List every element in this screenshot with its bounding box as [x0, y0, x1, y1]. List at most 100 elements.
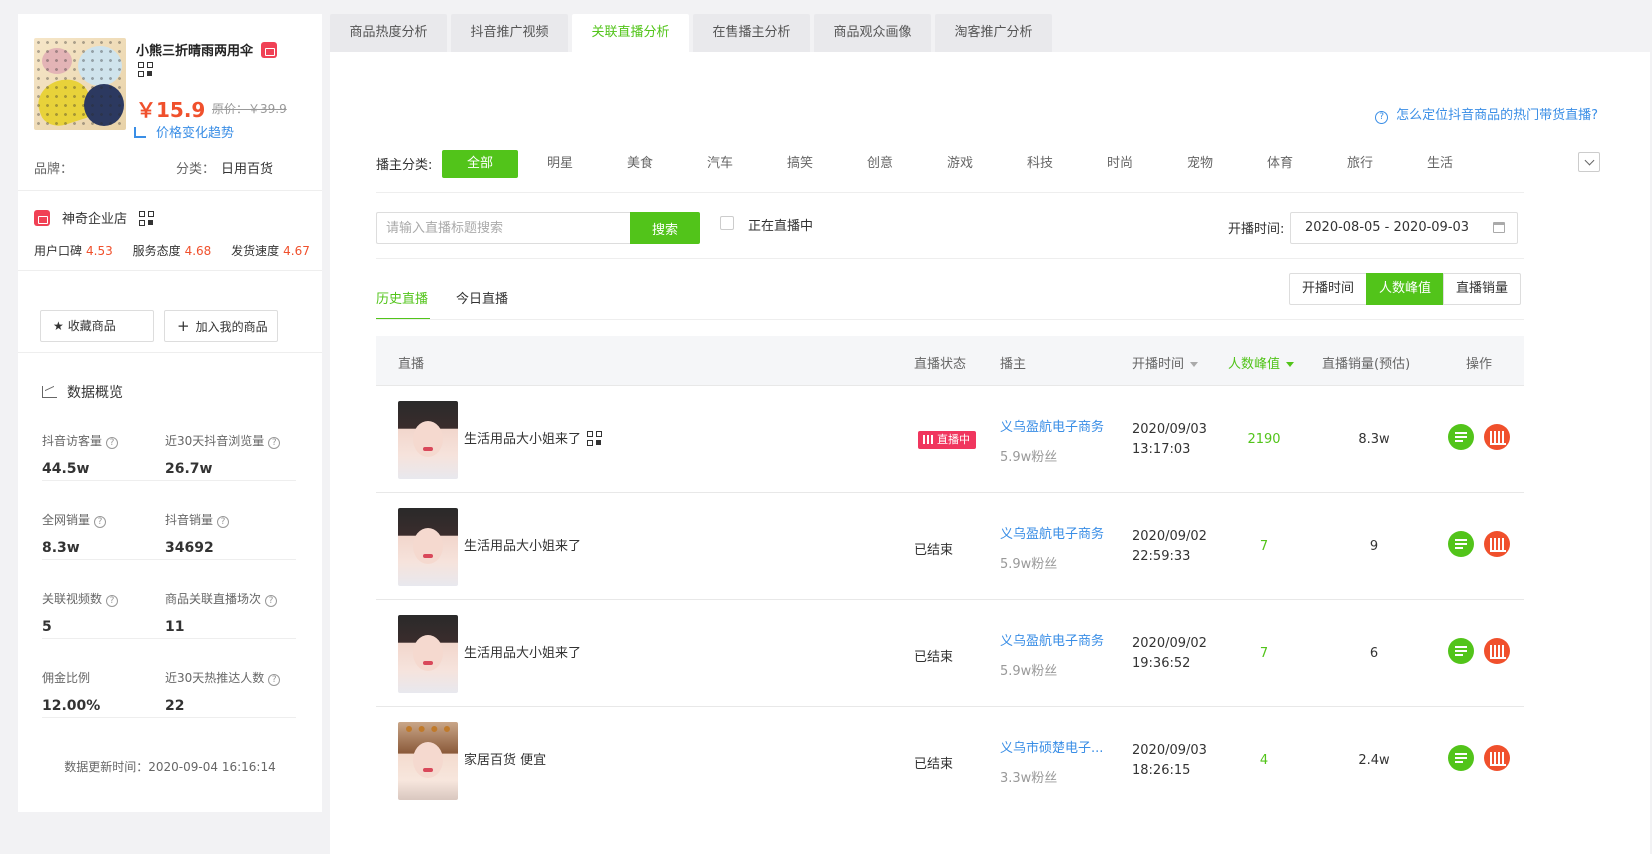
- detail-list-icon[interactable]: [1448, 531, 1474, 557]
- live-only-checkbox[interactable]: [720, 216, 734, 230]
- question-icon: ?: [1375, 111, 1389, 124]
- live-only-label[interactable]: 正在直播中: [748, 215, 813, 234]
- host-fans: 3.3w粉丝: [1000, 771, 1058, 786]
- help-icon[interactable]: ?: [217, 516, 230, 528]
- tab-product-heat[interactable]: 商品热度分析: [330, 14, 447, 52]
- analysis-chart-icon[interactable]: [1484, 745, 1510, 771]
- shop-name[interactable]: 神奇企业店: [34, 208, 155, 227]
- help-icon[interactable]: ?: [106, 437, 119, 449]
- host-name-link[interactable]: 义乌盈航电子商务: [1000, 630, 1104, 649]
- favorite-button[interactable]: ★ 收藏商品: [40, 310, 154, 342]
- help-icon[interactable]: ?: [265, 595, 278, 607]
- add-to-my-products-button[interactable]: + 加入我的商品: [164, 310, 278, 342]
- overview-title: 数据概览: [42, 382, 123, 402]
- host-avatar[interactable]: [398, 508, 458, 586]
- search-button[interactable]: 搜索: [630, 212, 700, 244]
- live-title[interactable]: 家居百货 便宜: [464, 749, 546, 768]
- live-bars-icon: [923, 435, 933, 444]
- tab-taoke-promo[interactable]: 淘客推广分析: [935, 14, 1052, 52]
- qrcode-icon[interactable]: [138, 62, 153, 77]
- live-sales: 2.4w: [1358, 753, 1390, 768]
- host-name-link[interactable]: 义乌盈航电子商务: [1000, 523, 1104, 542]
- help-link[interactable]: ? 怎么定位抖音商品的热门带货直播?: [1375, 104, 1598, 124]
- category-all[interactable]: 全部: [442, 150, 518, 178]
- analysis-chart-icon[interactable]: [1484, 424, 1510, 450]
- live-sales: 9: [1369, 539, 1379, 554]
- sort-caret-icon: [1190, 362, 1199, 367]
- sort-by-start-time[interactable]: 开播时间: [1289, 273, 1368, 305]
- host-avatar[interactable]: [398, 615, 458, 693]
- chart-icon: [134, 127, 146, 138]
- qrcode-icon[interactable]: [587, 431, 603, 446]
- category-pet[interactable]: 宠物: [1160, 150, 1240, 178]
- tab-audience-profile[interactable]: 商品观众画像: [814, 14, 931, 52]
- tab-douyin-videos[interactable]: 抖音推广视频: [451, 14, 568, 52]
- sort-by-live-sales[interactable]: 直播销量: [1443, 273, 1522, 305]
- stat-influencers-30d: 近30天热推达人数? 22: [165, 669, 281, 714]
- host-fans: 5.9w粉丝: [1000, 664, 1058, 679]
- live-title[interactable]: 生活用品大小姐来了: [464, 642, 581, 661]
- category-sports[interactable]: 体育: [1240, 150, 1320, 178]
- analysis-chart-icon[interactable]: [1484, 531, 1510, 557]
- qrcode-icon[interactable]: [139, 211, 155, 226]
- host-name-link[interactable]: 义乌市硕楚电子...: [1000, 737, 1103, 756]
- col-status: 直播状态: [914, 357, 967, 372]
- detail-list-icon[interactable]: [1448, 424, 1474, 450]
- analysis-chart-icon[interactable]: [1484, 638, 1510, 664]
- table-row: 家居百货 便宜 已结束 义乌市硕楚电子... 3.3w粉丝 2020/09/03…: [376, 707, 1524, 814]
- category-auto[interactable]: 汽车: [680, 150, 760, 178]
- price-trend-link[interactable]: 价格变化趋势: [134, 122, 234, 141]
- category-tech[interactable]: 科技: [1000, 150, 1080, 178]
- host-fans: 5.9w粉丝: [1000, 557, 1058, 572]
- table-header: 直播 直播状态 播主 开播时间 人数峰值 直播销量(预估) 操作: [376, 336, 1524, 386]
- col-host: 播主: [1000, 357, 1027, 372]
- detail-list-icon[interactable]: [1448, 745, 1474, 771]
- stat-visitors: 抖音访客量? 44.5w: [42, 432, 119, 477]
- main-content: ? 怎么定位抖音商品的热门带货直播? 播主分类: 全部 明星 美食 汽车 搞笑 创…: [330, 52, 1650, 854]
- calendar-icon: [1493, 222, 1505, 233]
- subtab-history-live[interactable]: 历史直播: [376, 288, 428, 307]
- category-food[interactable]: 美食: [600, 150, 680, 178]
- expand-categories-chevron-down-icon[interactable]: [1578, 152, 1600, 172]
- live-title[interactable]: 生活用品大小姐来了: [464, 428, 603, 447]
- host-name-link[interactable]: 义乌盈航电子商务: [1000, 416, 1104, 435]
- shop-scores: 用户口碑 4.53 服务态度 4.68 发货速度 4.67: [34, 244, 310, 258]
- help-icon[interactable]: ?: [268, 674, 281, 686]
- host-avatar[interactable]: [398, 401, 458, 479]
- live-status: 已结束: [914, 543, 954, 558]
- live-title[interactable]: 生活用品大小姐来了: [464, 535, 581, 554]
- category-star[interactable]: 明星: [520, 150, 600, 178]
- table-row: 生活用品大小姐来了 已结束 义乌盈航电子商务 5.9w粉丝 2020/09/02…: [376, 493, 1524, 600]
- detail-list-icon[interactable]: [1448, 638, 1474, 664]
- original-price: 原价：￥39.9: [212, 102, 287, 116]
- sort-buttons: 开播时间 人数峰值 直播销量: [1289, 273, 1522, 305]
- category-funny[interactable]: 搞笑: [760, 150, 840, 178]
- search-input[interactable]: [376, 212, 630, 244]
- category-fashion[interactable]: 时尚: [1080, 150, 1160, 178]
- col-start-time[interactable]: 开播时间: [1132, 353, 1199, 372]
- help-icon[interactable]: ?: [268, 437, 281, 449]
- date-range-picker[interactable]: 2020-08-05 - 2020-09-03: [1290, 212, 1518, 244]
- subtab-today-live[interactable]: 今日直播: [456, 288, 508, 307]
- category-creative[interactable]: 创意: [840, 150, 920, 178]
- brand-info: 品牌：: [34, 162, 74, 177]
- stat-total-sales: 全网销量? 8.3w: [42, 511, 107, 556]
- sort-by-peak-viewers[interactable]: 人数峰值: [1366, 273, 1445, 305]
- category-travel[interactable]: 旅行: [1320, 150, 1400, 178]
- date-filter-label: 开播时间:: [1228, 222, 1285, 237]
- store-badge-icon: [34, 210, 50, 226]
- start-time: 2020/09/03 13:17:03: [1132, 422, 1207, 457]
- stat-related-videos: 关联视频数? 5: [42, 590, 119, 635]
- category-game[interactable]: 游戏: [920, 150, 1000, 178]
- product-image[interactable]: [34, 38, 126, 130]
- product-name[interactable]: 小熊三折晴雨两用伞: [136, 40, 278, 59]
- help-icon[interactable]: ?: [106, 595, 119, 607]
- live-status: 已结束: [914, 757, 954, 772]
- category-life[interactable]: 生活: [1400, 150, 1480, 178]
- col-peak-viewers[interactable]: 人数峰值: [1228, 353, 1295, 372]
- help-icon[interactable]: ?: [94, 516, 107, 528]
- tab-selling-hosts[interactable]: 在售播主分析: [693, 14, 810, 52]
- live-sales: 6: [1369, 646, 1379, 661]
- tab-related-live[interactable]: 关联直播分析: [572, 14, 689, 52]
- host-avatar[interactable]: [398, 722, 458, 800]
